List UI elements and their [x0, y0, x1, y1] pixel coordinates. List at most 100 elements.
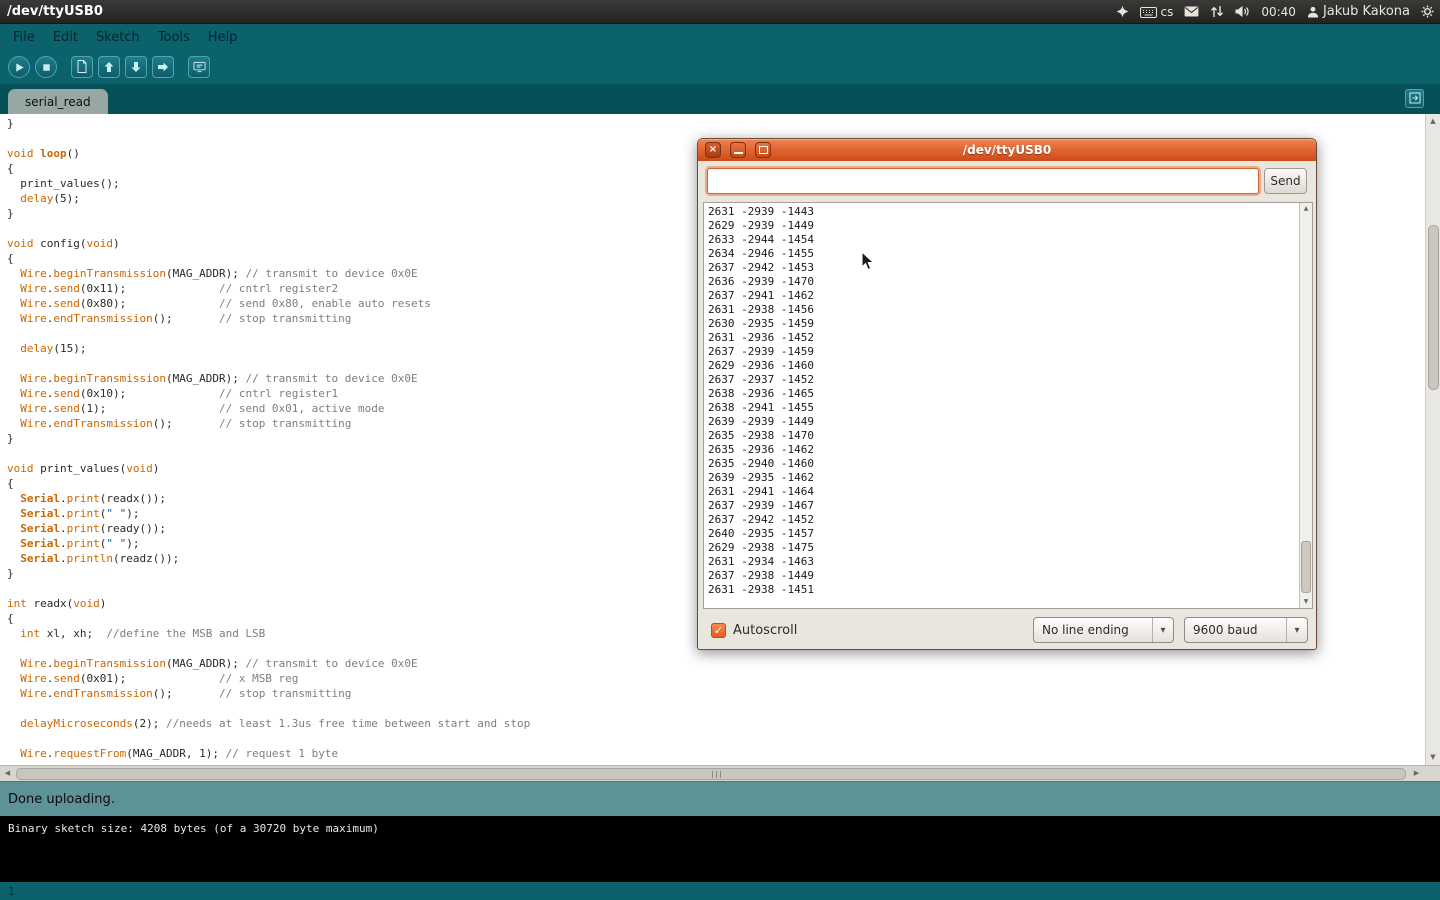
- autoscroll-checkbox[interactable]: [711, 623, 726, 638]
- baud-rate-value: 9600 baud: [1185, 623, 1286, 637]
- serial-output-line: 2637 -2942 -1453: [708, 261, 814, 275]
- open-button[interactable]: [98, 56, 120, 78]
- serial-scroll-thumb[interactable]: [1301, 541, 1311, 593]
- top-panel: /dev/ttyUSB0 cs 00:40 Jakub Kakona: [0, 0, 1440, 24]
- code-line: [7, 731, 530, 746]
- serial-output-scrollbar[interactable]: [1299, 203, 1312, 608]
- menu-item-file[interactable]: File: [4, 26, 44, 49]
- tab-label: serial_read: [25, 95, 91, 109]
- code-line: Wire.send(0x80); // send 0x80, enable au…: [7, 296, 530, 311]
- serial-output-line: 2630 -2935 -1459: [708, 317, 814, 331]
- serial-monitor-window: × /dev/ttyUSB0 Send 2631 -2939 -14432629…: [697, 138, 1317, 650]
- menu-item-edit[interactable]: Edit: [44, 26, 87, 49]
- code-line: {: [7, 161, 530, 176]
- code-area: }void loop(){ print_values(); delay(5);}…: [7, 116, 530, 761]
- arrow-up-icon: [103, 58, 115, 77]
- volume-icon[interactable]: [1235, 5, 1250, 18]
- upload-button[interactable]: [152, 56, 174, 78]
- code-line: [7, 221, 530, 236]
- serial-monitor-titlebar[interactable]: × /dev/ttyUSB0: [698, 139, 1316, 161]
- code-line: [7, 581, 530, 596]
- scroll-left-arrow-icon[interactable]: [0, 766, 15, 781]
- serial-send-input[interactable]: [707, 168, 1259, 194]
- serial-monitor-button[interactable]: [188, 56, 210, 78]
- window-controls: ×: [705, 142, 771, 158]
- serial-output-line: 2638 -2941 -1455: [708, 401, 814, 415]
- code-line: void print_values(void): [7, 461, 530, 476]
- line-ending-dropdown[interactable]: No line ending: [1033, 617, 1174, 643]
- chevron-down-icon[interactable]: [1152, 618, 1173, 642]
- menu-item-help[interactable]: Help: [199, 26, 247, 49]
- tabbar: serial_read: [0, 84, 1440, 114]
- baud-rate-dropdown[interactable]: 9600 baud: [1184, 617, 1308, 643]
- serial-output-line: 2638 -2936 -1465: [708, 387, 814, 401]
- monitor-icon: [193, 58, 206, 77]
- serial-output-area[interactable]: 2631 -2939 -14432629 -2939 -14492633 -29…: [703, 202, 1313, 609]
- serial-output-line: 2635 -2940 -1460: [708, 457, 814, 471]
- line-number-strip: 1: [0, 882, 1440, 900]
- line-ending-value: No line ending: [1034, 623, 1152, 637]
- clock[interactable]: 00:40: [1261, 5, 1296, 19]
- menu-item-tools[interactable]: Tools: [149, 26, 199, 49]
- serial-output-line: 2634 -2946 -1455: [708, 247, 814, 261]
- scroll-down-arrow-icon[interactable]: [1300, 596, 1312, 608]
- editor-horizontal-scrollbar[interactable]: [0, 765, 1440, 781]
- serial-output-line: 2629 -2939 -1449: [708, 219, 814, 233]
- stop-icon: [41, 58, 52, 77]
- code-line: }: [7, 566, 530, 581]
- network-sync-icon[interactable]: [1210, 5, 1224, 18]
- keyboard-layout-indicator[interactable]: cs: [1140, 5, 1174, 19]
- code-line: [7, 356, 530, 371]
- tab-serial-read[interactable]: serial_read: [8, 89, 108, 114]
- save-button[interactable]: [125, 56, 147, 78]
- serial-output-line: 2637 -2938 -1449: [708, 569, 814, 583]
- serial-output-line: 2637 -2941 -1462: [708, 289, 814, 303]
- clock-label: 00:40: [1261, 5, 1296, 19]
- code-line: [7, 131, 530, 146]
- tab-menu-button[interactable]: [1405, 89, 1424, 108]
- menu-item-sketch[interactable]: Sketch: [87, 26, 149, 49]
- arrow-down-icon: [130, 58, 142, 77]
- maximize-button[interactable]: [755, 142, 771, 158]
- minimize-button[interactable]: [730, 142, 746, 158]
- code-line: print_values();: [7, 176, 530, 191]
- new-sketch-button[interactable]: [71, 56, 93, 78]
- user-menu[interactable]: Jakub Kakona: [1307, 4, 1410, 19]
- arrow-right-icon: [157, 58, 169, 77]
- code-line: Wire.beginTransmission(MAG_ADDR); // tra…: [7, 656, 530, 671]
- mouse-cursor: [861, 251, 875, 276]
- verify-button[interactable]: [8, 56, 30, 78]
- editor-hscroll-thumb[interactable]: [16, 768, 1406, 780]
- code-line: delayMicroseconds(2); //needs at least 1…: [7, 716, 530, 731]
- serial-output-line: 2639 -2939 -1449: [708, 415, 814, 429]
- panel-indicators: cs 00:40 Jakub Kakona: [1116, 4, 1435, 19]
- serial-output-text: 2631 -2939 -14432629 -2939 -14492633 -29…: [708, 205, 814, 597]
- close-button[interactable]: ×: [705, 142, 721, 158]
- send-button-label: Send: [1270, 174, 1300, 188]
- code-line: Serial.print(" ");: [7, 536, 530, 551]
- chevron-down-icon[interactable]: [1286, 618, 1307, 642]
- toolbar: [0, 50, 1440, 84]
- scroll-right-arrow-icon[interactable]: [1409, 766, 1424, 781]
- gear-icon: [1421, 5, 1434, 18]
- mail-icon[interactable]: [1184, 6, 1199, 17]
- build-console: Binary sketch size: 4208 bytes (of a 307…: [0, 816, 1440, 882]
- keyboard-icon: [1140, 5, 1157, 18]
- code-line: Wire.send(0x10); // cntrl register1: [7, 386, 530, 401]
- scroll-up-arrow-icon[interactable]: [1426, 115, 1440, 128]
- serial-output-line: 2637 -2939 -1459: [708, 345, 814, 359]
- notifications-icon[interactable]: [1116, 5, 1129, 18]
- send-button[interactable]: Send: [1264, 168, 1307, 194]
- stop-button[interactable]: [35, 56, 57, 78]
- scroll-up-arrow-icon[interactable]: [1300, 203, 1312, 215]
- editor-vscroll-thumb[interactable]: [1428, 225, 1439, 390]
- serial-output-line: 2637 -2939 -1467: [708, 499, 814, 513]
- editor-vertical-scrollbar[interactable]: [1425, 114, 1440, 765]
- tab-menu-icon: [1409, 89, 1421, 108]
- code-line: [7, 326, 530, 341]
- serial-output-line: 2631 -2938 -1456: [708, 303, 814, 317]
- session-menu-icon[interactable]: [1421, 5, 1434, 18]
- focused-window-title: /dev/ttyUSB0: [7, 4, 103, 19]
- scroll-down-arrow-icon[interactable]: [1426, 751, 1440, 764]
- page-icon: [76, 58, 88, 77]
